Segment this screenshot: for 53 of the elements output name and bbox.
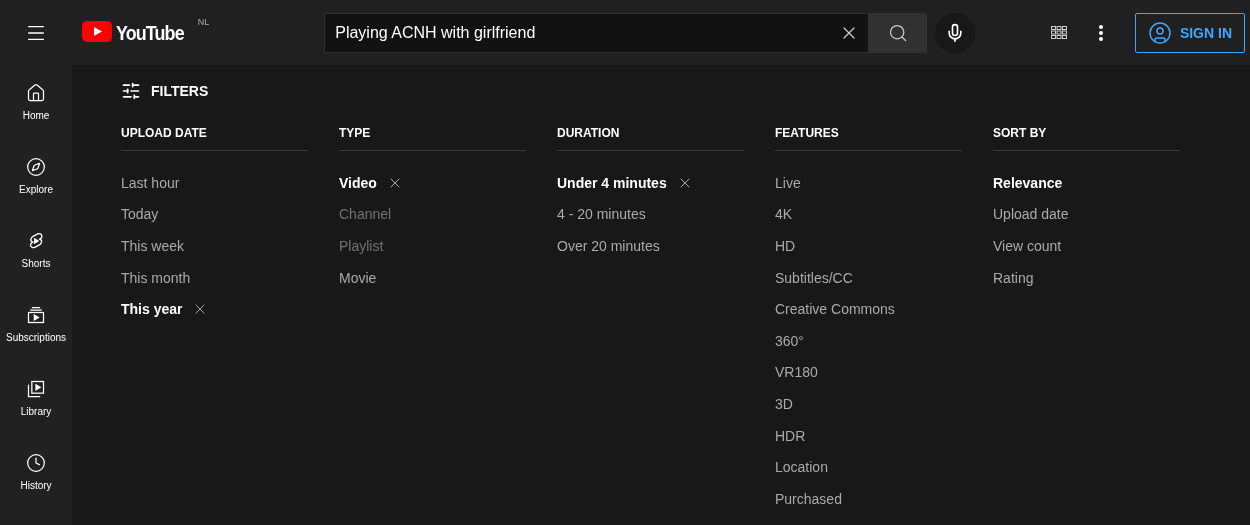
sidebar-item[interactable]: Home bbox=[0, 79, 72, 153]
filter-option[interactable]: 4 - 20 minutes bbox=[557, 206, 646, 223]
filter-option[interactable]: VR180 bbox=[775, 364, 818, 381]
filter-option[interactable]: HD bbox=[775, 238, 796, 254]
play-icon bbox=[82, 20, 112, 42]
search-field[interactable]: Playing ACNH with girlfriend bbox=[324, 12, 870, 53]
filter-option[interactable]: 3D bbox=[775, 395, 793, 412]
compass-icon bbox=[26, 157, 46, 177]
filter-option[interactable]: Subtitles/CC bbox=[775, 269, 853, 286]
filter-option[interactable]: Purchased bbox=[775, 490, 842, 507]
filter-option[interactable]: 4K bbox=[775, 206, 793, 223]
filter-option[interactable]: Last hour bbox=[121, 174, 180, 191]
library-icon bbox=[26, 379, 46, 399]
filter-heading: FEATURES bbox=[775, 126, 962, 151]
filters-icon[interactable] bbox=[121, 81, 141, 101]
filter-option[interactable]: Creative Commons bbox=[775, 301, 895, 318]
filter-option[interactable]: Upload date bbox=[993, 206, 1069, 223]
filter-option[interactable]: Today bbox=[121, 206, 159, 223]
filter-option[interactable]: Relevance bbox=[993, 174, 1063, 191]
sidebar-item[interactable]: Library bbox=[0, 375, 72, 449]
apps-icon[interactable] bbox=[1050, 25, 1067, 40]
filter-heading: TYPE bbox=[339, 126, 526, 151]
filters-title[interactable]: FILTERS bbox=[151, 83, 209, 99]
filter-option[interactable]: Over 20 minutes bbox=[557, 238, 660, 254]
filter-option[interactable]: This month bbox=[121, 269, 191, 286]
filter-option[interactable]: Video bbox=[339, 174, 377, 191]
subscriptions-icon bbox=[26, 305, 46, 325]
filter-heading: SORT BY bbox=[993, 126, 1180, 151]
more-icon bbox=[1098, 24, 1103, 41]
filter-option[interactable]: Live bbox=[775, 174, 801, 191]
filter-option[interactable]: Rating bbox=[993, 269, 1034, 286]
sidebar-item[interactable]: Shorts bbox=[0, 227, 72, 301]
sidebar-item[interactable]: Explore bbox=[0, 153, 72, 227]
logo-text: YouTube bbox=[116, 20, 184, 45]
filter-option[interactable]: This week bbox=[121, 238, 185, 254]
filter-option[interactable]: This year bbox=[121, 301, 183, 318]
filter-option[interactable]: 360° bbox=[775, 332, 804, 349]
search-button[interactable] bbox=[869, 12, 928, 53]
sign-in-button[interactable]: SIGN IN bbox=[1134, 12, 1245, 53]
history-icon bbox=[26, 453, 46, 473]
home-icon bbox=[26, 83, 46, 103]
search-icon bbox=[888, 22, 909, 43]
filter-option[interactable]: View count bbox=[993, 238, 1062, 254]
filter-heading: DURATION bbox=[557, 126, 744, 151]
more-button[interactable] bbox=[1098, 24, 1103, 41]
filter-option[interactable]: Location bbox=[775, 459, 828, 476]
filter-option[interactable]: HDR bbox=[775, 427, 806, 444]
sidebar-item[interactable]: Subscriptions bbox=[0, 301, 72, 375]
filter-option[interactable]: Under 4 minutes bbox=[557, 174, 667, 191]
sidebar-item[interactable]: History bbox=[0, 449, 72, 523]
filter-heading: UPLOAD DATE bbox=[121, 126, 308, 151]
account-icon bbox=[1147, 20, 1172, 45]
filter-option[interactable]: Movie bbox=[339, 269, 377, 286]
